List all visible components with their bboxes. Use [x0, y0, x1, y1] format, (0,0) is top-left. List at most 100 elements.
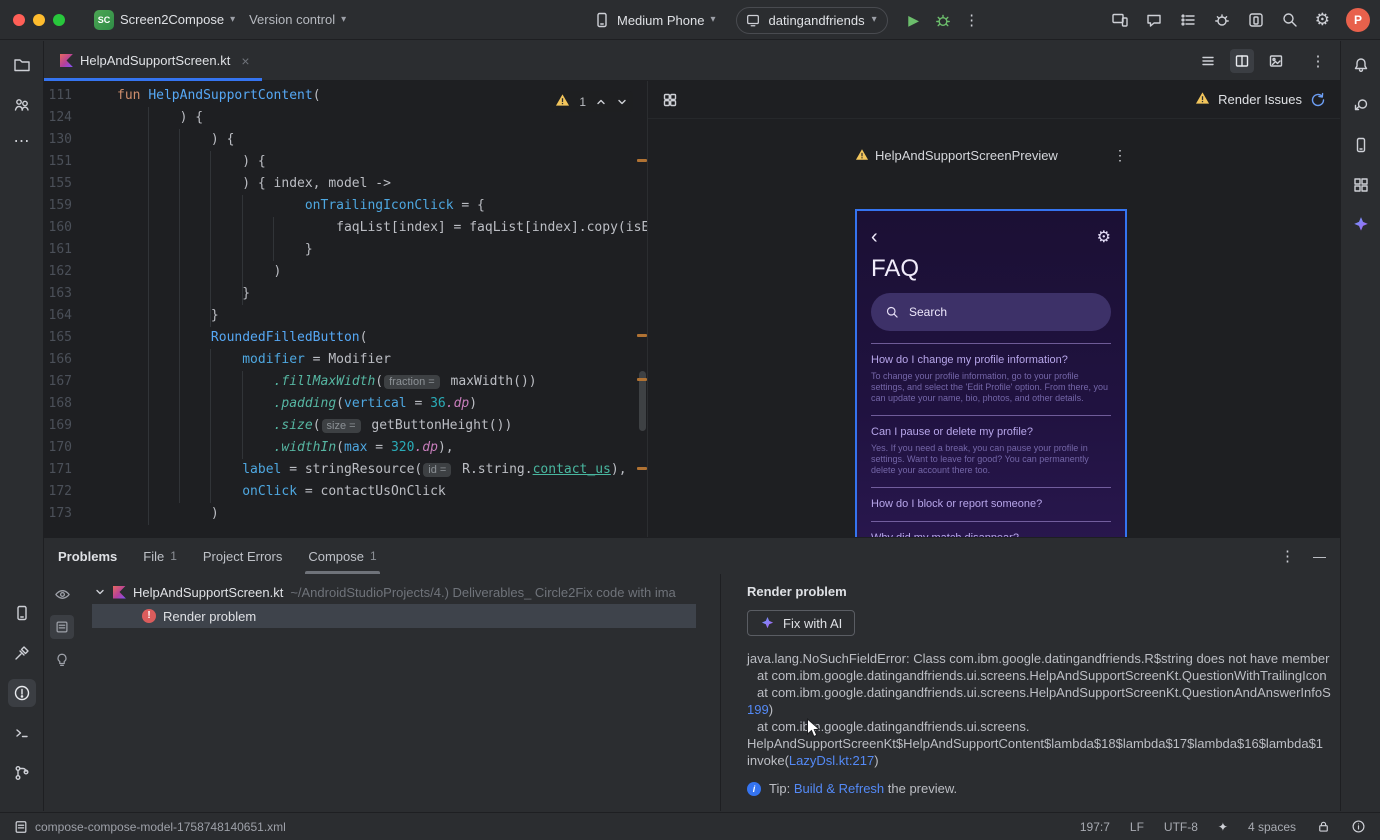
hide-panel-icon[interactable]: — [1313, 549, 1326, 564]
editor-options-icon[interactable]: ⋮ [1310, 52, 1326, 70]
code-line[interactable]: 172 onClick = contactUsOnClick [44, 481, 647, 503]
chevron-expanded-icon[interactable] [94, 586, 106, 598]
device-mirror-icon[interactable] [1347, 131, 1375, 159]
code-line[interactable]: 162 ) [44, 261, 647, 283]
search-icon[interactable] [1281, 11, 1299, 29]
refresh-preview-icon[interactable] [1310, 92, 1326, 108]
preview-problem-eye-icon[interactable] [50, 582, 74, 606]
notifications-icon[interactable] [1347, 51, 1375, 79]
details-view-icon[interactable] [50, 615, 74, 639]
run-button[interactable]: ▶ [904, 12, 924, 29]
code-line[interactable]: 130 ) { [44, 129, 647, 151]
readonly-lock-icon[interactable] [1316, 819, 1331, 834]
editor-view-modes: ⋮ [1196, 48, 1340, 73]
stack-trace-link[interactable]: LazyDsl.kt:217 [789, 753, 874, 768]
commit-icon[interactable] [8, 91, 36, 119]
settings-gear-icon[interactable]: ⚙ [1097, 227, 1111, 247]
prev-problem-icon[interactable] [595, 96, 607, 108]
project-widget[interactable]: SC Screen2Compose ▾ [87, 5, 242, 35]
code-view-icon[interactable] [1196, 49, 1220, 73]
project-folder-icon[interactable] [8, 51, 36, 79]
preview-canvas[interactable]: HelpAndSupportScreenPreview ⋮ ‹ ⚙ FAQ Se… [648, 119, 1340, 537]
next-problem-icon[interactable] [616, 96, 628, 108]
ai-status-icon[interactable]: ✦ [1218, 820, 1228, 834]
profile-avatar[interactable]: P [1346, 8, 1370, 32]
back-icon[interactable]: ‹ [871, 227, 878, 247]
render-problem-row[interactable]: ! Render problem [92, 604, 696, 628]
preview-layout-icon[interactable] [662, 92, 678, 108]
code-line[interactable]: 166 modifier = Modifier [44, 349, 647, 371]
code-line[interactable]: 173 ) [44, 503, 647, 525]
terminal-icon[interactable] [8, 719, 36, 747]
indent-widget[interactable]: 4 spaces [1248, 820, 1296, 834]
problems-tab-file[interactable]: File 1 [143, 538, 177, 574]
quick-fix-bulb-icon[interactable] [50, 648, 74, 672]
encoding-widget[interactable]: UTF-8 [1164, 820, 1198, 834]
problems-tab-project-errors[interactable]: Project Errors [203, 538, 282, 574]
build-icon[interactable] [8, 639, 36, 667]
split-view-icon[interactable] [1230, 48, 1254, 73]
faq-item[interactable]: Why did my match disappear? [871, 521, 1111, 537]
profiler-icon[interactable] [1213, 11, 1231, 29]
close-window-button[interactable] [13, 13, 25, 26]
problems-window-title[interactable]: Problems [58, 549, 117, 564]
code-line[interactable]: 155 ) { index, model -> [44, 173, 647, 195]
vcs-widget[interactable]: Version control ▾ [242, 5, 353, 35]
code-line[interactable]: 170 .widthIn(max = 320.dp), [44, 437, 647, 459]
running-devices-icon[interactable] [1111, 11, 1129, 29]
line-separator-widget[interactable]: LF [1130, 820, 1144, 834]
stack-trace-link[interactable]: 199 [747, 702, 769, 717]
gradle-icon[interactable] [1347, 91, 1375, 119]
logcat-icon[interactable] [8, 599, 36, 627]
faq-item[interactable]: How do I change my profile information? T… [871, 343, 1111, 415]
code-line[interactable]: 163 } [44, 283, 647, 305]
phone-preview-frame[interactable]: ‹ ⚙ FAQ Search How do I change my profil… [855, 209, 1127, 537]
render-problem-label: Render problem [163, 608, 257, 624]
run-target-select[interactable]: datingandfriends ▾ [736, 6, 888, 34]
build-refresh-link[interactable]: Build & Refresh [794, 781, 884, 796]
code-line[interactable]: 151 ) { [44, 151, 647, 173]
status-file-widget[interactable]: compose-compose-model-1758748140651.xml [14, 820, 286, 834]
info-status-icon[interactable] [1351, 819, 1366, 834]
render-issues-label[interactable]: Render Issues [1218, 92, 1302, 107]
code-line[interactable]: 167 .fillMaxWidth(fraction = maxWidth()) [44, 371, 647, 393]
more-run-actions-icon[interactable]: ⋮ [964, 11, 980, 29]
code-line[interactable]: 171 label = stringResource(id = R.string… [44, 459, 647, 481]
problems-file-row[interactable]: HelpAndSupportScreen.kt ~/AndroidStudioP… [80, 580, 720, 604]
device-selector[interactable]: Medium Phone ▾ [586, 5, 722, 35]
debug-button[interactable] [934, 11, 952, 29]
problems-icon[interactable] [7, 679, 36, 707]
faq-search-bar[interactable]: Search [871, 293, 1111, 331]
inspection-widget[interactable]: 1 [550, 91, 633, 112]
code-line[interactable]: 164 } [44, 305, 647, 327]
code-line[interactable]: 160 faqList[index] = faqList[index].copy… [44, 217, 647, 239]
code-line[interactable]: 159 onTrailingIconClick = { [44, 195, 647, 217]
todo-list-icon[interactable] [1179, 11, 1197, 29]
preview-options-icon[interactable]: ⋮ [1113, 147, 1127, 164]
problems-tab-compose[interactable]: Compose 1 [305, 538, 381, 574]
minimize-window-button[interactable] [33, 13, 45, 26]
faq-item[interactable]: Can I pause or delete my profile? Yes. If… [871, 415, 1111, 487]
code-line[interactable]: 168 .padding(vertical = 36.dp) [44, 393, 647, 415]
gemini-icon[interactable] [1347, 211, 1375, 239]
layout-inspector-icon[interactable] [1347, 171, 1375, 199]
gemini-chat-icon[interactable] [1145, 11, 1163, 29]
code-line[interactable]: 161 } [44, 239, 647, 261]
editor-tab[interactable]: HelpAndSupportScreen.kt × [44, 41, 262, 81]
preview-name[interactable]: HelpAndSupportScreenPreview [875, 148, 1058, 163]
editor-pane[interactable]: 111 fun HelpAndSupportContent(124 ) {130 … [44, 81, 648, 537]
code-line[interactable]: 169 .size(size = getButtonHeight()) [44, 415, 647, 437]
design-view-icon[interactable] [1264, 49, 1288, 73]
more-tool-windows-icon[interactable]: ⋯ [14, 131, 30, 151]
version-control-icon[interactable] [8, 759, 36, 787]
fullscreen-window-button[interactable] [53, 13, 65, 26]
caret-position-widget[interactable]: 197:7 [1080, 820, 1110, 834]
tab-close-icon[interactable]: × [241, 53, 249, 69]
device-manager-icon[interactable] [1247, 11, 1265, 29]
fix-with-ai-button[interactable]: Fix with AI [747, 610, 856, 636]
settings-icon[interactable]: ⚙ [1315, 10, 1330, 30]
panel-options-icon[interactable]: ⋮ [1280, 547, 1295, 565]
code-line[interactable]: 165 RoundedFilledButton( [44, 327, 647, 349]
preview-title-row: HelpAndSupportScreenPreview ⋮ [855, 147, 1127, 164]
faq-item[interactable]: How do I block or report someone? [871, 487, 1111, 521]
